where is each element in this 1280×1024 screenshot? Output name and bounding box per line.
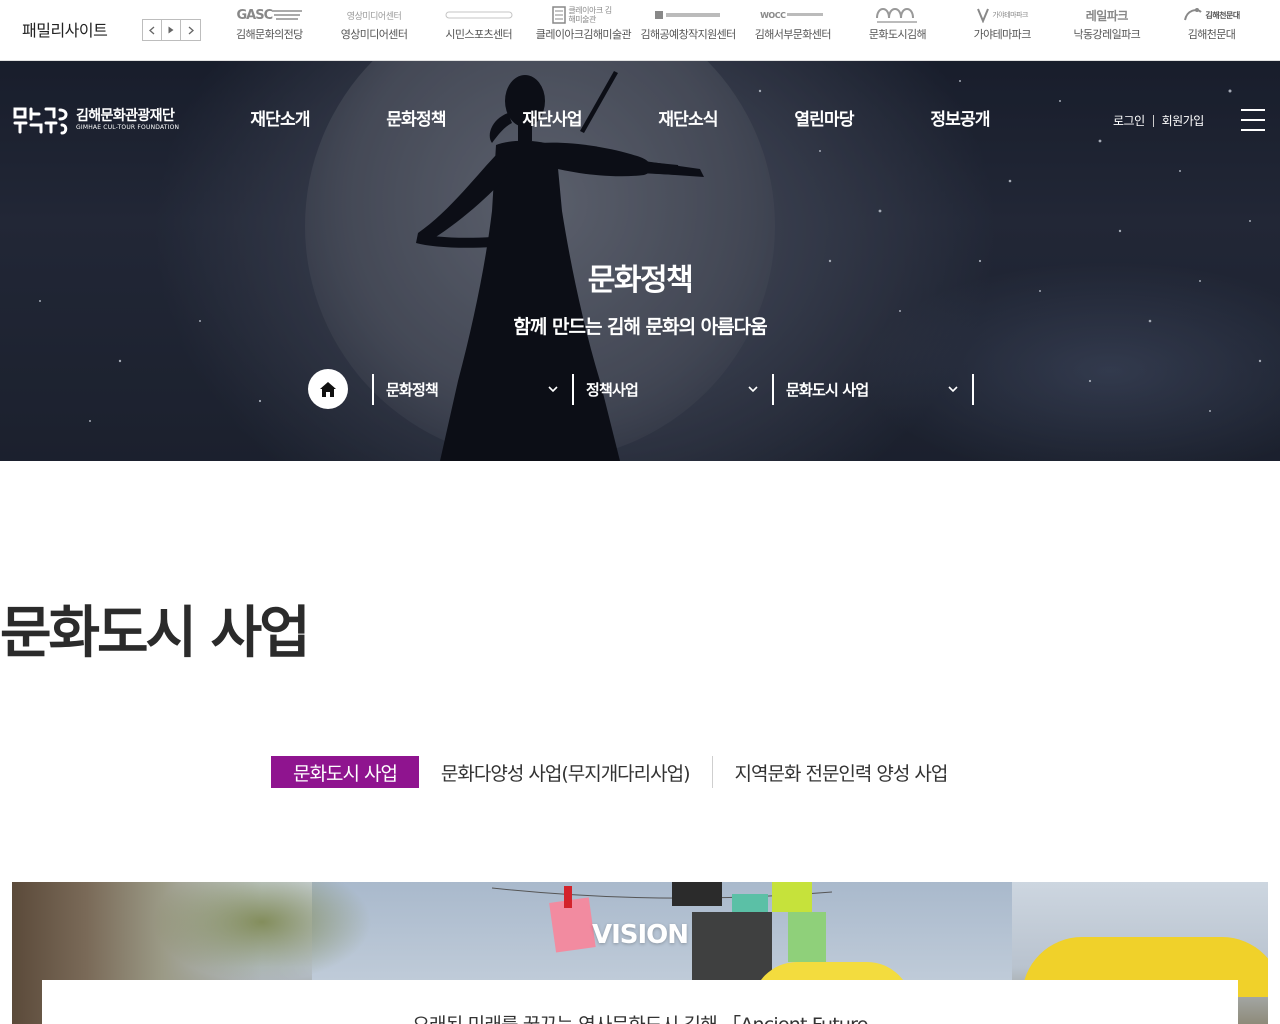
family-site-name: 시민스포츠센터: [445, 28, 513, 41]
menu-icon[interactable]: [1241, 109, 1265, 131]
family-site-name: 낙동강레일파크: [1073, 28, 1141, 41]
content-tabs: 문화도시 사업 문화다양성 사업(무지개다리사업) 지역문화 전문인력 양성 사…: [271, 756, 969, 788]
signup-link[interactable]: 회원가입: [1162, 112, 1205, 129]
family-site-item-craft-center[interactable]: 김해공예창작지원센터: [636, 0, 741, 60]
family-play-button[interactable]: [162, 20, 181, 40]
nav-item-foundation-news[interactable]: 재단소식: [620, 105, 756, 130]
tab-cultural-diversity-project[interactable]: 문화다양성 사업(무지개다리사업): [419, 756, 712, 788]
family-site-name: 김해서부문화센터: [754, 28, 832, 41]
home-button[interactable]: [308, 369, 348, 409]
lnb-dropdown-label: 문화정책: [386, 380, 439, 399]
craft-center-logo: [653, 4, 723, 26]
culture-city-logo: [873, 4, 921, 26]
hero-banner: 김해문화관광재단 GIMHAE CUL-TOUR FOUNDATION 재단소개…: [0, 61, 1280, 461]
lnb-dropdown-label: 문화도시 사업: [786, 380, 869, 399]
family-site-item-gaya-theme-park[interactable]: 가야테마파크 가야테마파크: [950, 0, 1055, 60]
tab-culture-city-project[interactable]: 문화도시 사업: [271, 756, 419, 788]
family-site-bar: 패밀리사이트 GASC 김해문화의전당 영상미디어센터 영상미디어센터 시민스포…: [0, 0, 1280, 61]
wocc-logo: WOCC: [760, 4, 825, 26]
utility-divider: [1152, 114, 1154, 127]
nav-item-foundation-intro[interactable]: 재단소개: [212, 105, 348, 130]
lnb-dropdown-depth3[interactable]: 문화도시 사업: [774, 374, 972, 405]
nav-item-information-disclosure[interactable]: 정보공개: [892, 105, 1028, 130]
lnb-dropdown-depth2[interactable]: 정책사업: [574, 374, 772, 405]
family-site-item-clayarch[interactable]: 클레이아크 김해미술관 클레이아크김해미술관: [531, 0, 636, 60]
logo-text: 김해문화관광재단 GIMHAE CUL-TOUR FOUNDATION: [76, 108, 179, 132]
family-site-name: 김해천문대: [1187, 28, 1236, 41]
page-title: 문화도시 사업: [0, 601, 311, 666]
family-site-name: 김해공예창작지원센터: [640, 28, 736, 41]
rail-park-logo: 레일파크: [1085, 8, 1129, 23]
family-site-item-culture-city[interactable]: 문화도시김해: [845, 0, 950, 60]
family-site-item-gimhae-arts-center[interactable]: GASC 김해문화의전당: [217, 0, 322, 60]
lnb-divider: [972, 373, 974, 405]
family-site-item-rail-park[interactable]: 레일파크 낙동강레일파크: [1055, 0, 1160, 60]
login-link[interactable]: 로그인: [1113, 112, 1145, 129]
lnb-dropdown-depth1[interactable]: 문화정책: [374, 374, 572, 405]
tab-regional-culture-training[interactable]: 지역문화 전문인력 양성 사업: [713, 756, 970, 788]
family-site-name: 문화도시김해: [868, 28, 927, 41]
location-navigation: 문화정책 정책사업 문화도시 사업: [308, 369, 974, 409]
family-site-item-west-culture-center[interactable]: WOCC 김해서부문화센터: [740, 0, 845, 60]
chevron-down-icon: [748, 386, 758, 393]
gaya-park-logo: 가야테마파크: [976, 4, 1028, 26]
logo-korean-name: 김해문화관광재단: [76, 108, 175, 124]
vision-title: VISION: [591, 920, 689, 950]
nav-item-open-forum[interactable]: 열린마당: [756, 105, 892, 130]
lnb-dropdown-label: 정책사업: [586, 380, 639, 399]
gasc-logo: GASC: [237, 4, 303, 26]
family-site-name: 가야테마파크: [973, 28, 1032, 41]
hero-title: 문화정책: [587, 263, 694, 298]
chevron-left-icon: [149, 26, 155, 34]
sports-center-logo: [444, 4, 514, 26]
chevron-right-icon: [188, 26, 194, 34]
family-site-item-sports-center[interactable]: 시민스포츠센터: [426, 0, 531, 60]
vision-text: 오래된 미래를 꿈꾸는 역사문화도시 김해 「Ancient Future: [42, 1010, 1238, 1024]
chevron-down-icon: [548, 386, 558, 393]
family-site-name: 클레이아크김해미술관: [535, 28, 632, 41]
nav-item-culture-policy[interactable]: 문화정책: [348, 105, 484, 130]
utility-links: 로그인 회원가입: [1113, 112, 1204, 129]
vision-text-box: 오래된 미래를 꿈꾸는 역사문화도시 김해 「Ancient Future: [42, 980, 1238, 1024]
family-prev-button[interactable]: [143, 20, 162, 40]
clayarch-logo: 클레이아크 김해미술관: [552, 4, 614, 26]
family-next-button[interactable]: [181, 20, 200, 40]
family-site-item-media-center[interactable]: 영상미디어센터 영상미디어센터: [322, 0, 427, 60]
family-site-name: 영상미디어센터: [340, 28, 408, 41]
media-center-logo: 영상미디어센터: [346, 11, 402, 22]
site-logo[interactable]: 김해문화관광재단 GIMHAE CUL-TOUR FOUNDATION: [12, 105, 179, 135]
play-icon: [168, 26, 174, 34]
main-navigation: 재단소개 문화정책 재단사업 재단소식 열린마당 정보공개: [212, 105, 1028, 130]
chevron-down-icon: [948, 386, 958, 393]
vision-section: VISION 오래된 미래를 꿈꾸는 역사문화도시 김해 「Ancient Fu…: [12, 882, 1268, 1024]
family-site-name: 김해문화의전당: [236, 28, 303, 41]
home-icon: [320, 381, 336, 397]
hero-subtitle: 함께 만드는 김해 문화의 아름다움: [513, 316, 767, 338]
observatory-logo: 김해천문대: [1183, 4, 1240, 26]
family-site-title: 패밀리사이트: [22, 21, 108, 40]
foundation-logo-mark: [13, 107, 68, 135]
nav-item-foundation-projects[interactable]: 재단사업: [484, 105, 620, 130]
logo-english-name: GIMHAE CUL-TOUR FOUNDATION: [76, 124, 180, 131]
family-site-arrows: [142, 19, 201, 41]
family-site-item-observatory[interactable]: 김해천문대 김해천문대: [1159, 0, 1264, 60]
family-site-list: GASC 김해문화의전당 영상미디어센터 영상미디어센터 시민스포츠센터 클레이…: [217, 0, 1264, 60]
